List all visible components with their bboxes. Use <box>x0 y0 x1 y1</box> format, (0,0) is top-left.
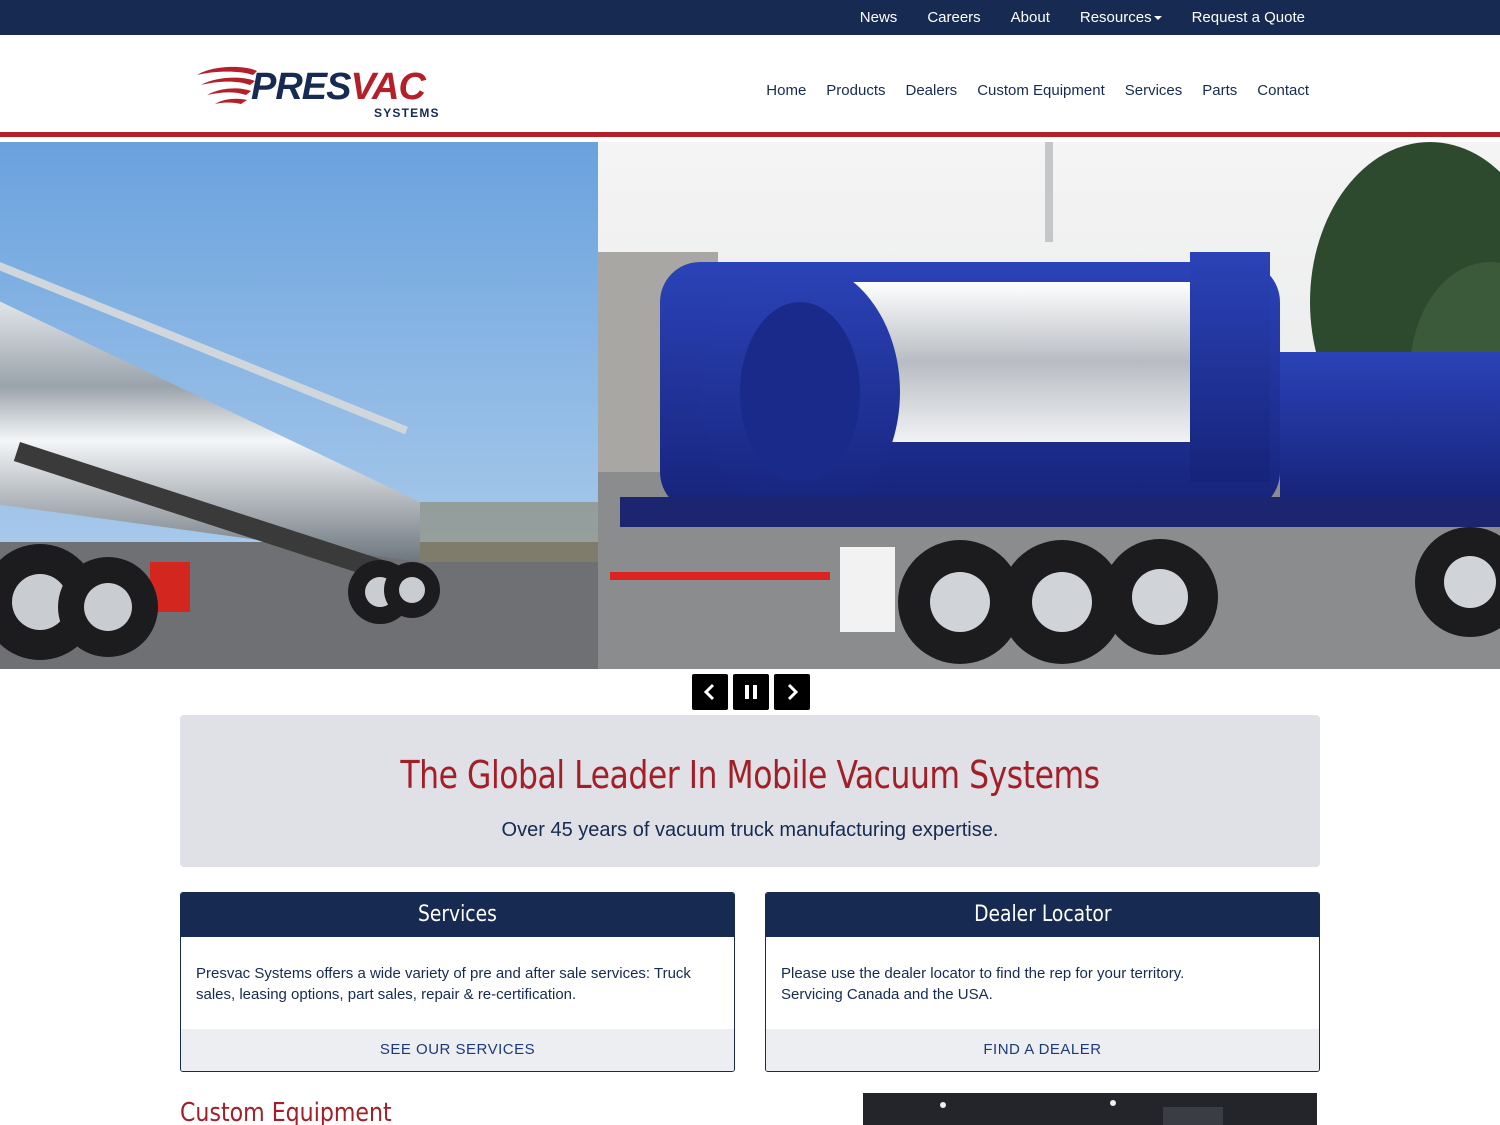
presvac-logo[interactable]: PRESVAC SYSTEMS <box>193 65 453 123</box>
top-utility-bar: News Careers About Resources Request a Q… <box>0 0 1500 35</box>
chevron-left-icon[interactable] <box>692 674 728 710</box>
dealer-locator-card-title: Dealer Locator <box>766 893 1319 937</box>
hero-slideshow <box>0 142 1500 669</box>
resources-dropdown[interactable]: Resources <box>1080 9 1162 26</box>
dealer-body-line2: Servicing Canada and the USA. <box>781 986 993 1003</box>
nav-home[interactable]: Home <box>766 82 806 99</box>
resources-label: Resources <box>1079 9 1152 26</box>
dealer-locator-card-body: Please use the dealer locator to find th… <box>766 937 1319 1029</box>
request-quote-link[interactable]: Request a Quote <box>1192 9 1305 26</box>
hero-trucks-image <box>0 142 1500 669</box>
hero-subtitle: Over 45 years of vacuum truck manufactur… <box>501 819 999 841</box>
caret-down-icon <box>1153 15 1162 20</box>
nav-products[interactable]: Products <box>826 82 885 99</box>
logo-wordmark: PRESVAC <box>251 66 426 108</box>
careers-link[interactable]: Careers <box>927 9 980 26</box>
nav-dealers[interactable]: Dealers <box>906 82 958 99</box>
pause-icon[interactable] <box>733 674 769 710</box>
nav-services[interactable]: Services <box>1125 82 1183 99</box>
find-a-dealer-button[interactable]: FIND A DEALER <box>766 1029 1319 1071</box>
site-header: PRESVAC SYSTEMS Home Products Dealers Cu… <box>0 35 1500 137</box>
slider-controls <box>692 674 810 710</box>
nav-custom-equipment[interactable]: Custom Equipment <box>977 82 1105 99</box>
services-card-body: Presvac Systems offers a wide variety of… <box>196 965 691 1003</box>
chevron-right-icon[interactable] <box>774 674 810 710</box>
hero-panel: The Global Leader In Mobile Vacuum Syste… <box>180 715 1320 867</box>
utility-links: News Careers About Resources Request a Q… <box>860 0 1305 35</box>
custom-equipment-photo <box>863 1093 1317 1125</box>
services-card-title: Services <box>181 893 734 937</box>
dealer-locator-card: Dealer Locator Please use the dealer loc… <box>765 892 1320 1072</box>
nav-parts[interactable]: Parts <box>1202 82 1237 99</box>
main-nav: Home Products Dealers Custom Equipment S… <box>766 82 1309 99</box>
custom-equipment-heading: Custom Equipment <box>180 1098 392 1125</box>
see-our-services-button[interactable]: SEE OUR SERVICES <box>181 1029 734 1071</box>
about-link[interactable]: About <box>1011 9 1050 26</box>
news-link[interactable]: News <box>860 9 898 26</box>
hero-title: The Global Leader In Mobile Vacuum Syste… <box>400 753 1100 797</box>
nav-contact[interactable]: Contact <box>1257 82 1309 99</box>
logo-tagline: SYSTEMS <box>374 106 440 120</box>
services-card: Services Presvac Systems offers a wide v… <box>180 892 735 1072</box>
dealer-body-line1: Please use the dealer locator to find th… <box>781 965 1185 982</box>
